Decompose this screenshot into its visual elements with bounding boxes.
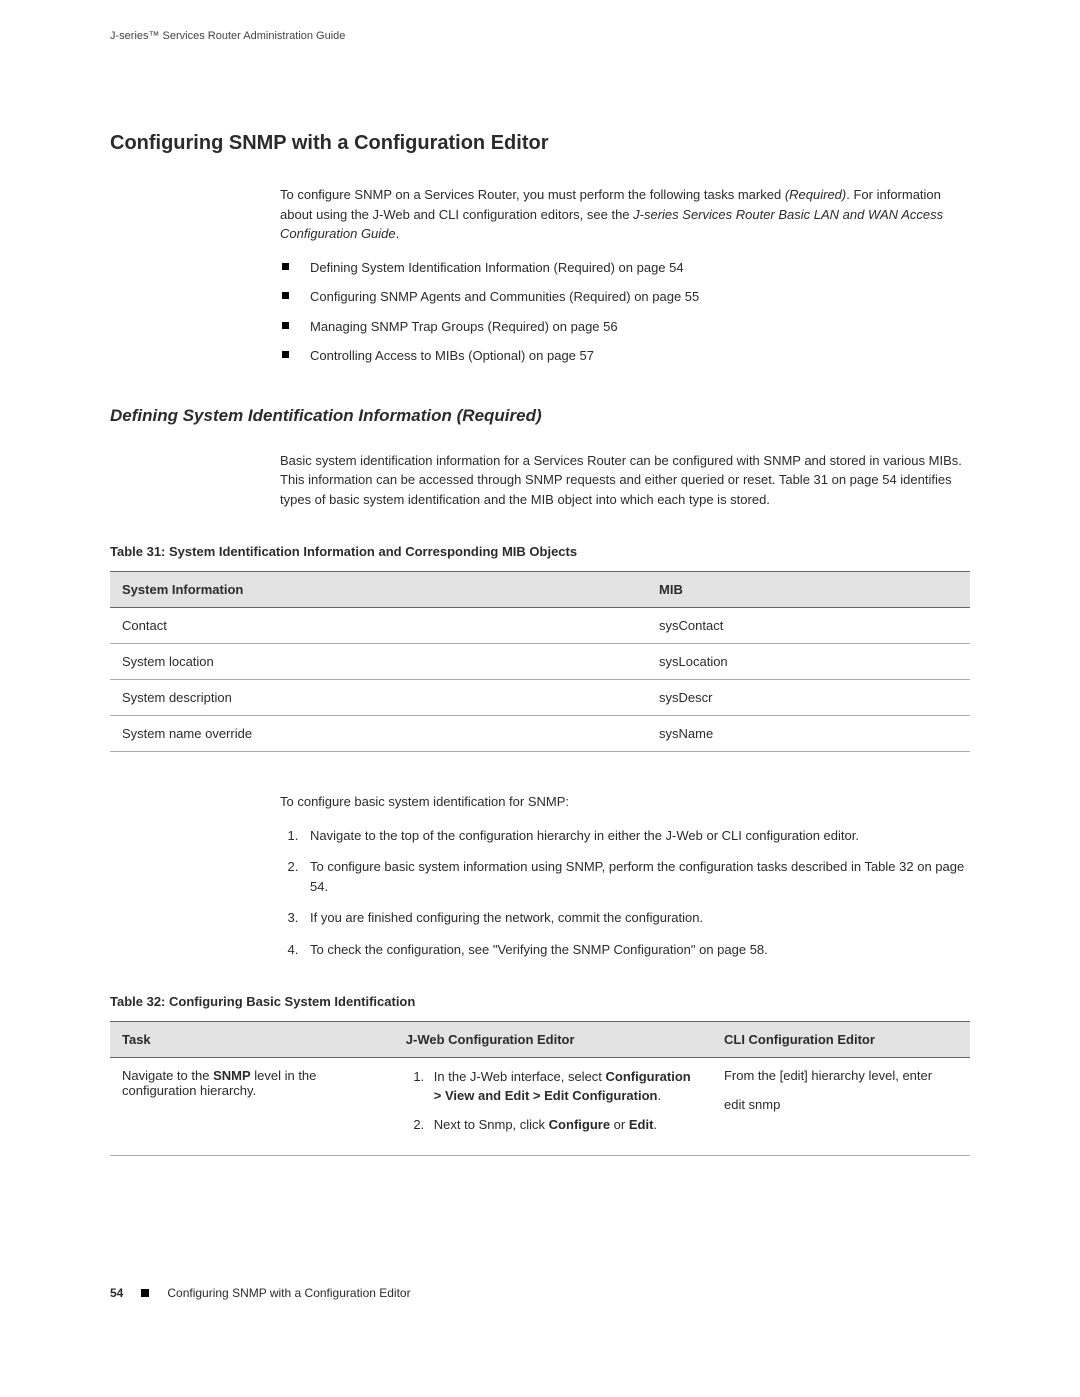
bold-term: SNMP	[213, 1068, 251, 1083]
table-header-cell: MIB	[647, 572, 970, 608]
list-item: To check the configuration, see "Verifyi…	[302, 940, 970, 960]
text: To configure SNMP on a Services Router, …	[280, 187, 785, 202]
list-item: Next to Snmp, click Configure or Edit.	[428, 1116, 700, 1135]
table-header-row: System Information MIB	[110, 572, 970, 608]
footer-text: Configuring SNMP with a Configuration Ed…	[167, 1286, 410, 1300]
list-item: If you are finished configuring the netw…	[302, 908, 970, 928]
table31: System Information MIB Contact sysContac…	[110, 571, 970, 752]
table-cell: sysName	[647, 716, 970, 752]
text: .	[657, 1088, 661, 1103]
cli-command: edit snmp	[724, 1097, 958, 1112]
table31-caption: Table 31: System Identification Informat…	[110, 544, 970, 559]
list-item: To configure basic system information us…	[302, 857, 970, 896]
table-row: System description sysDescr	[110, 680, 970, 716]
list-item: Controlling Access to MIBs (Optional) on…	[280, 346, 970, 366]
square-icon	[141, 1289, 149, 1297]
table-header-row: Task J-Web Configuration Editor CLI Conf…	[110, 1022, 970, 1058]
intro-paragraph: To configure SNMP on a Services Router, …	[280, 185, 970, 244]
list-item: In the J-Web interface, select Configura…	[428, 1068, 700, 1106]
table-header-cell: System Information	[110, 572, 647, 608]
text: In the J-Web interface, select	[434, 1069, 606, 1084]
text: From the	[724, 1068, 780, 1083]
subsection-body: Basic system identification information …	[280, 451, 970, 510]
page-footer: 54 Configuring SNMP with a Configuration…	[110, 1286, 970, 1300]
list-item: Defining System Identification Informati…	[280, 258, 970, 278]
table-cell: sysContact	[647, 608, 970, 644]
list-item: Configuring SNMP Agents and Communities …	[280, 287, 970, 307]
table-row: Contact sysContact	[110, 608, 970, 644]
subsection-heading: Defining System Identification Informati…	[110, 406, 970, 426]
task-list: Defining System Identification Informati…	[280, 258, 970, 366]
table-cell: System name override	[110, 716, 647, 752]
table-header-cell: J-Web Configuration Editor	[394, 1022, 712, 1058]
table32: Task J-Web Configuration Editor CLI Conf…	[110, 1021, 970, 1156]
table-header-cell: Task	[110, 1022, 394, 1058]
cli-level: [edit]	[780, 1068, 808, 1083]
required-emphasis: (Required)	[785, 187, 846, 202]
jweb-steps: In the J-Web interface, select Configura…	[406, 1068, 700, 1135]
text: .	[653, 1117, 657, 1132]
lead-in-paragraph: To configure basic system identification…	[280, 792, 970, 812]
table-cell: sysLocation	[647, 644, 970, 680]
document-page: J-series™ Services Router Administration…	[0, 0, 1080, 1330]
table-row: System location sysLocation	[110, 644, 970, 680]
list-item: Navigate to the top of the configuration…	[302, 826, 970, 846]
table-header-cell: CLI Configuration Editor	[712, 1022, 970, 1058]
cli-instruction: From the [edit] hierarchy level, enter	[724, 1068, 958, 1083]
table-row: System name override sysName	[110, 716, 970, 752]
button-ref: Configure	[549, 1117, 610, 1132]
text: Navigate to the	[122, 1068, 213, 1083]
table-cell-task: Navigate to the SNMP level in the config…	[110, 1058, 394, 1156]
page-number: 54	[110, 1286, 123, 1300]
section-heading: Configuring SNMP with a Configuration Ed…	[110, 132, 970, 155]
subsection-paragraph: Basic system identification information …	[280, 451, 970, 510]
text: Next to Snmp, click	[434, 1117, 549, 1132]
table-row: Navigate to the SNMP level in the config…	[110, 1058, 970, 1156]
text: or	[610, 1117, 629, 1132]
text: hierarchy level, enter	[808, 1068, 932, 1083]
table-cell: Contact	[110, 608, 647, 644]
table-cell: System description	[110, 680, 647, 716]
table-cell-jweb: In the J-Web interface, select Configura…	[394, 1058, 712, 1156]
button-ref: Edit	[629, 1117, 654, 1132]
section-body: To configure SNMP on a Services Router, …	[280, 185, 970, 366]
table-cell: System location	[110, 644, 647, 680]
table-cell-cli: From the [edit] hierarchy level, enter e…	[712, 1058, 970, 1156]
text: .	[396, 226, 400, 241]
running-head: J-series™ Services Router Administration…	[110, 30, 970, 42]
table-cell: sysDescr	[647, 680, 970, 716]
list-item: Managing SNMP Trap Groups (Required) on …	[280, 317, 970, 337]
procedure-steps: Navigate to the top of the configuration…	[280, 826, 970, 960]
table32-caption: Table 32: Configuring Basic System Ident…	[110, 994, 970, 1009]
subsection-body-2: To configure basic system identification…	[280, 792, 970, 959]
